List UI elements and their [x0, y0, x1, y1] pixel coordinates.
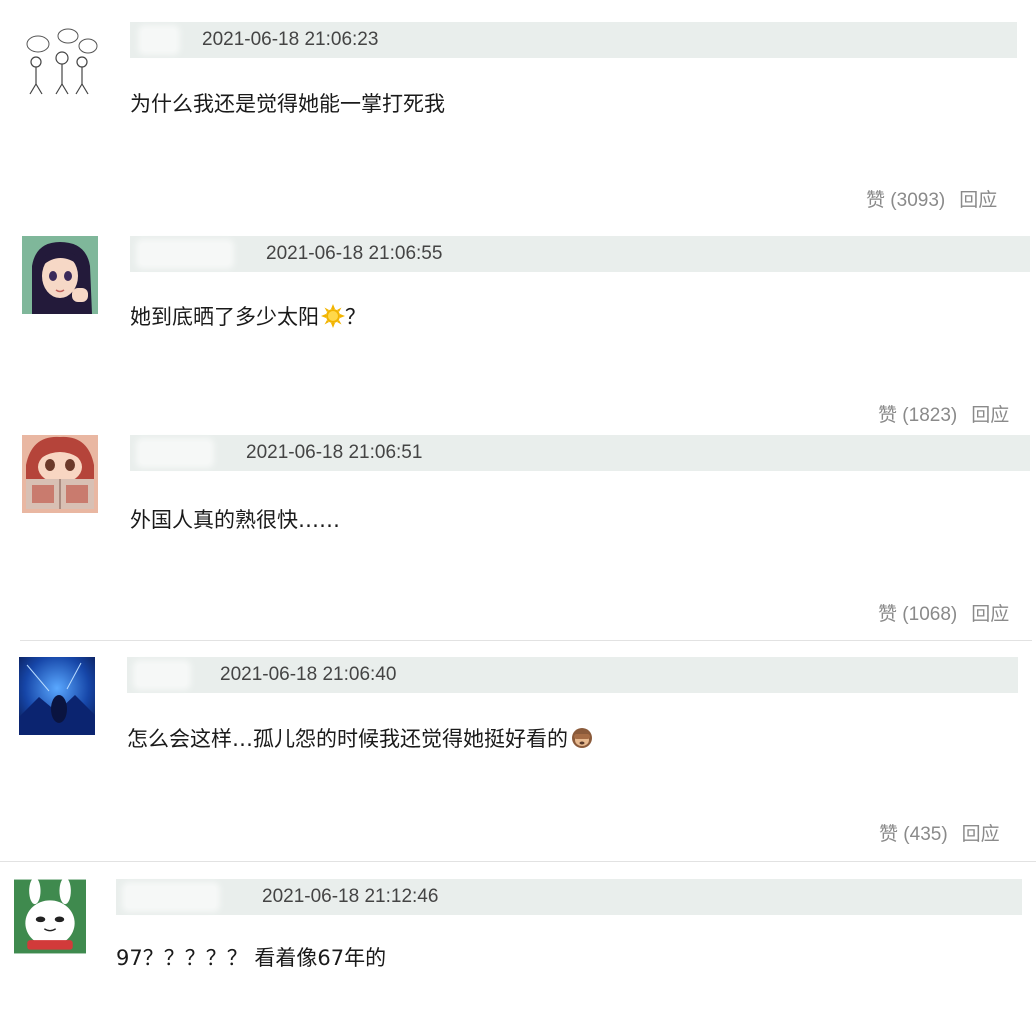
user-avatar[interactable] — [19, 657, 95, 735]
comment-text-suffix: ？ — [345, 305, 366, 329]
reply-button[interactable]: 回应 — [971, 405, 1009, 426]
username-redacted[interactable] — [142, 29, 176, 51]
reply-button[interactable]: 回应 — [959, 190, 997, 211]
like-count: (1823) — [902, 405, 958, 426]
username-redacted[interactable] — [137, 664, 187, 686]
anime-girl-avatar-icon — [22, 236, 98, 314]
comment-divider — [0, 861, 1036, 862]
comment-meta-bar: 2021-06-18 21:06:55 — [130, 236, 1030, 272]
like-count: (3093) — [890, 190, 946, 211]
comment-actions: 赞 (3093) 回应 — [866, 185, 997, 212]
comment-meta-bar: 2021-06-18 21:06:51 — [130, 435, 1030, 471]
sun-emoji-icon — [321, 304, 345, 328]
sketch-figures-avatar-icon — [22, 22, 98, 100]
like-button[interactable]: 赞 (1823) — [878, 405, 957, 426]
reply-button[interactable]: 回应 — [962, 824, 1000, 845]
like-count: (435) — [903, 824, 948, 845]
comment-timestamp: 2021-06-18 21:06:23 — [202, 29, 379, 50]
user-avatar[interactable] — [14, 879, 86, 954]
comment-text: 怎么会这样…孤儿怨的时候我还觉得她挺好看的 — [127, 723, 594, 753]
comment-meta-bar: 2021-06-18 21:12:46 — [116, 879, 1022, 915]
like-label: 赞 — [878, 405, 898, 426]
comment-text: 97？？？？？ 看着像67年的 — [116, 942, 386, 972]
like-button[interactable]: 赞 (435) — [879, 824, 948, 845]
user-avatar[interactable] — [22, 435, 98, 513]
username-redacted[interactable] — [126, 886, 216, 908]
like-label: 赞 — [866, 190, 886, 211]
comment-actions: 赞 (435) 回应 — [879, 819, 1000, 846]
comment-text: 为什么我还是觉得她能一掌打死我 — [130, 88, 445, 118]
comment-text-content: 外国人真的熟很快…… — [130, 508, 340, 532]
comment-text-content: 97？？？？？ 看着像67年的 — [116, 946, 387, 970]
comment-text-content: 她到底晒了多少太阳 — [130, 305, 319, 329]
comment-timestamp: 2021-06-18 21:06:55 — [266, 243, 443, 264]
comment-timestamp: 2021-06-18 21:06:40 — [220, 664, 397, 685]
like-count: (1068) — [902, 604, 958, 625]
user-avatar[interactable] — [22, 22, 98, 100]
comment-timestamp: 2021-06-18 21:06:51 — [246, 442, 423, 463]
comment-meta-bar: 2021-06-18 21:06:23 — [130, 22, 1017, 58]
see-no-evil-monkey-emoji-icon — [570, 726, 594, 750]
white-rabbit-cartoon-avatar-icon — [14, 879, 86, 954]
comment-text: 外国人真的熟很快…… — [130, 504, 340, 534]
comment-actions: 赞 (1068) 回应 — [878, 599, 1009, 626]
reply-button[interactable]: 回应 — [971, 604, 1009, 625]
comment-text-content: 为什么我还是觉得她能一掌打死我 — [130, 92, 445, 116]
comment-text: 她到底晒了多少太阳 ？ — [130, 301, 366, 331]
comment-meta-bar: 2021-06-18 21:06:40 — [127, 657, 1018, 693]
like-label: 赞 — [878, 604, 898, 625]
like-button[interactable]: 赞 (1068) — [878, 604, 957, 625]
comment-text-content: 怎么会这样…孤儿怨的时候我还觉得她挺好看的 — [127, 727, 568, 751]
blue-night-scene-avatar-icon — [19, 657, 95, 735]
username-redacted[interactable] — [140, 442, 210, 464]
anime-reading-avatar-icon — [22, 435, 98, 513]
user-avatar[interactable] — [22, 236, 98, 314]
like-button[interactable]: 赞 (3093) — [866, 190, 945, 211]
comment-divider — [20, 640, 1032, 641]
comment-actions: 赞 (1823) 回应 — [878, 400, 1009, 427]
comment-timestamp: 2021-06-18 21:12:46 — [262, 886, 439, 907]
like-label: 赞 — [879, 824, 899, 845]
username-redacted[interactable] — [140, 243, 230, 265]
